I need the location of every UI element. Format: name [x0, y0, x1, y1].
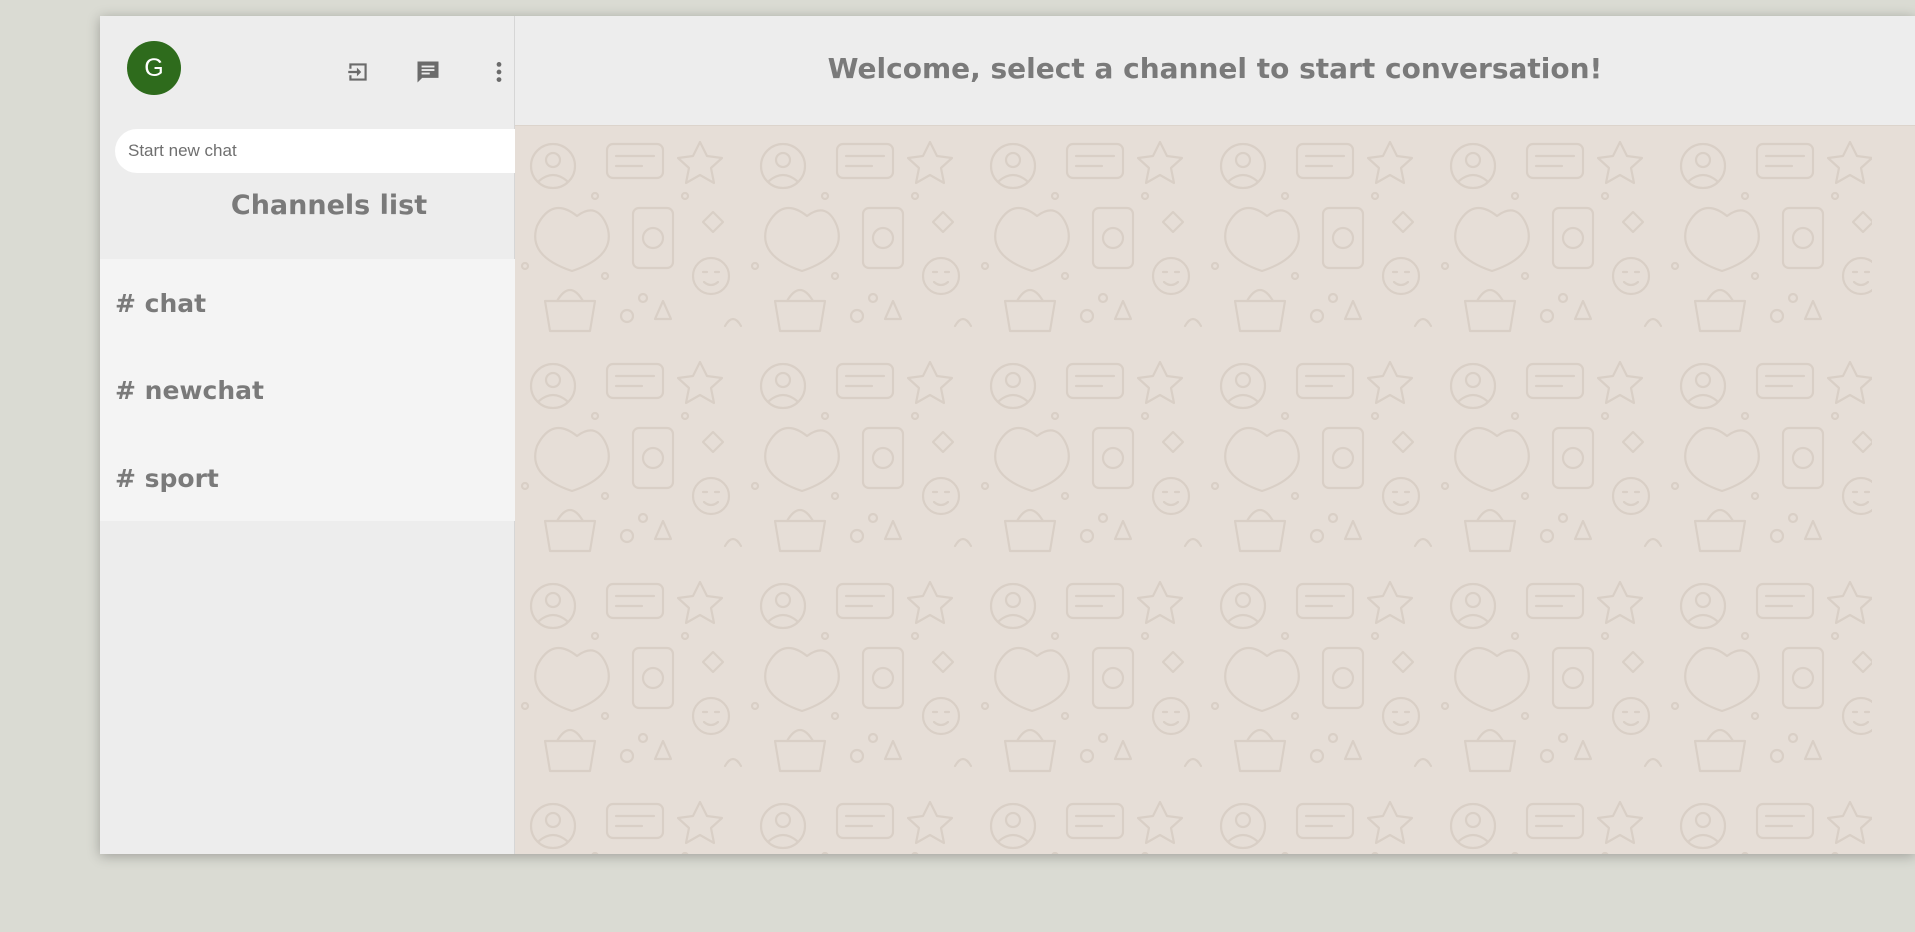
chat-icon[interactable]	[412, 56, 444, 88]
channel-item-newchat[interactable]: # newchat	[115, 376, 264, 405]
sidebar: G Start new chat Channels list # chat # …	[100, 16, 558, 854]
app-window: G Start new chat Channels list # chat # …	[100, 16, 1915, 854]
avatar[interactable]: G	[127, 41, 181, 95]
start-chat-input[interactable]	[128, 129, 488, 173]
start-chat-box	[115, 129, 547, 173]
channels-list: # chat # newchat # sport	[100, 259, 558, 521]
chat-background	[515, 126, 1915, 854]
logout-icon[interactable]	[342, 56, 374, 88]
main-panel: Welcome, select a channel to start conve…	[515, 16, 1915, 854]
welcome-message: Welcome, select a channel to start conve…	[827, 52, 1603, 85]
channel-item-sport[interactable]: # sport	[115, 464, 219, 493]
avatar-initial: G	[144, 53, 164, 82]
main-header: Welcome, select a channel to start conve…	[515, 16, 1915, 126]
doodle-pattern	[515, 126, 1872, 854]
more-vert-icon[interactable]	[483, 56, 515, 88]
channel-item-chat[interactable]: # chat	[115, 289, 206, 318]
channels-title: Channels list	[230, 190, 428, 221]
sidebar-header: G	[100, 16, 514, 126]
